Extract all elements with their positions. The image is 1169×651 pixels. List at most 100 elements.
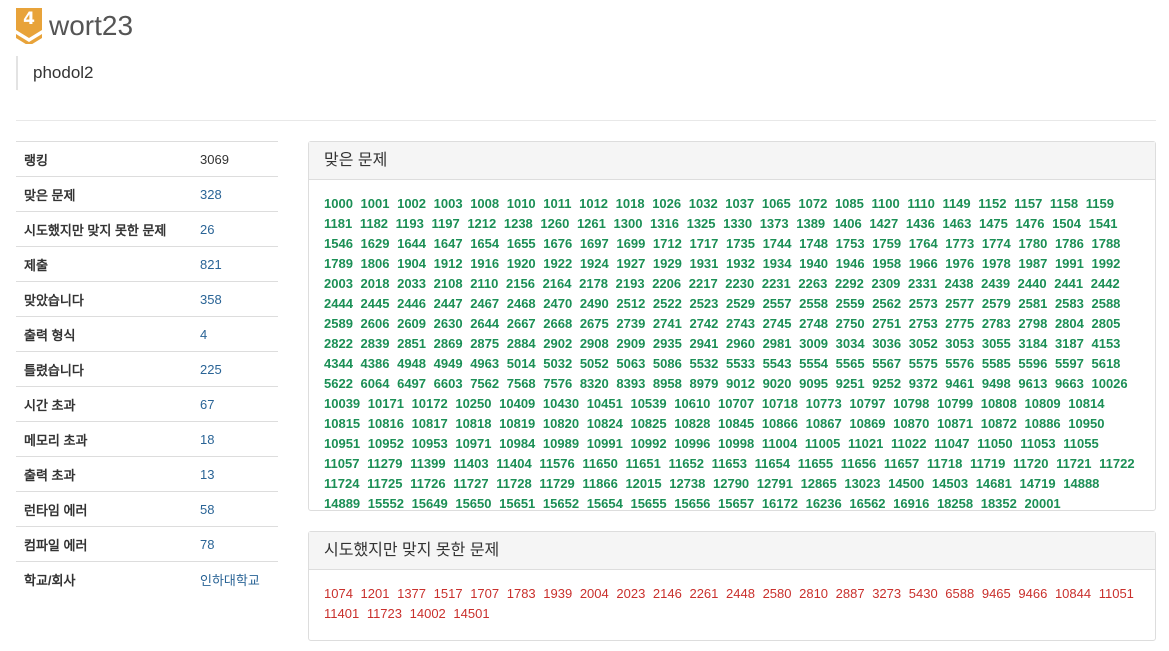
- problem-link[interactable]: 2263: [798, 276, 827, 291]
- problem-link[interactable]: 1759: [872, 236, 901, 251]
- problem-link[interactable]: 6497: [397, 376, 426, 391]
- problem-link[interactable]: 2668: [543, 316, 572, 331]
- problem-link[interactable]: 9613: [1018, 376, 1047, 391]
- problem-link[interactable]: 10797: [849, 396, 885, 411]
- problem-link[interactable]: 14500: [888, 476, 924, 491]
- problem-link[interactable]: 1074: [324, 586, 353, 601]
- problem-link[interactable]: 2869: [434, 336, 463, 351]
- problem-link[interactable]: 10817: [412, 416, 448, 431]
- problem-link[interactable]: 2750: [836, 316, 865, 331]
- problem-link[interactable]: 10992: [630, 436, 666, 451]
- problem-link[interactable]: 2577: [945, 296, 974, 311]
- stats-value[interactable]: 328: [192, 176, 278, 212]
- problem-link[interactable]: 3036: [872, 336, 901, 351]
- problem-link[interactable]: 9251: [836, 376, 865, 391]
- problem-link[interactable]: 18258: [937, 496, 973, 511]
- problem-link[interactable]: 1012: [579, 196, 608, 211]
- problem-link[interactable]: 2581: [1018, 296, 1047, 311]
- problem-link[interactable]: 5063: [616, 356, 645, 371]
- problem-link[interactable]: 10809: [1025, 396, 1061, 411]
- problem-link[interactable]: 2003: [324, 276, 353, 291]
- stats-value[interactable]: 13: [192, 456, 278, 492]
- problem-link[interactable]: 1699: [616, 236, 645, 251]
- problem-link[interactable]: 1152: [978, 196, 1006, 211]
- problem-link[interactable]: 7576: [543, 376, 572, 391]
- problem-link[interactable]: 6603: [434, 376, 463, 391]
- problem-link[interactable]: 2589: [324, 316, 353, 331]
- problem-link[interactable]: 5567: [872, 356, 901, 371]
- problem-link[interactable]: 2753: [909, 316, 938, 331]
- problem-link[interactable]: 5585: [982, 356, 1011, 371]
- problem-link[interactable]: 1946: [836, 256, 865, 271]
- problem-link[interactable]: 1647: [434, 236, 463, 251]
- problem-link[interactable]: 8958: [653, 376, 682, 391]
- problem-link[interactable]: 10825: [630, 416, 666, 431]
- stats-value[interactable]: 4: [192, 316, 278, 352]
- problem-link[interactable]: 2775: [945, 316, 974, 331]
- problem-link[interactable]: 1158: [1050, 196, 1078, 211]
- problem-link[interactable]: 2606: [361, 316, 390, 331]
- problem-link[interactable]: 1201: [361, 586, 390, 601]
- problem-link[interactable]: 10026: [1091, 376, 1127, 391]
- problem-link[interactable]: 12865: [801, 476, 837, 491]
- problem-link[interactable]: 9461: [945, 376, 974, 391]
- problem-link[interactable]: 7568: [507, 376, 536, 391]
- problem-link[interactable]: 10871: [937, 416, 973, 431]
- problem-link[interactable]: 1916: [470, 256, 499, 271]
- problem-link[interactable]: 5052: [580, 356, 609, 371]
- problem-link[interactable]: 11050: [977, 436, 1012, 451]
- problem-link[interactable]: 1904: [397, 256, 426, 271]
- problem-link[interactable]: 1300: [614, 216, 643, 231]
- problem-link[interactable]: 10039: [324, 396, 360, 411]
- problem-link[interactable]: 1475: [979, 216, 1008, 231]
- problem-link[interactable]: 2217: [689, 276, 718, 291]
- problem-link[interactable]: 1924: [580, 256, 609, 271]
- problem-link[interactable]: 2884: [507, 336, 536, 351]
- problem-link[interactable]: 2558: [799, 296, 828, 311]
- problem-link[interactable]: 2588: [1091, 296, 1120, 311]
- problem-link[interactable]: 5576: [945, 356, 974, 371]
- stats-value[interactable]: 78: [192, 526, 278, 562]
- problem-link[interactable]: 2206: [652, 276, 681, 291]
- problem-link[interactable]: 2557: [763, 296, 792, 311]
- problem-link[interactable]: 12015: [625, 476, 661, 491]
- problem-link[interactable]: 8979: [689, 376, 718, 391]
- problem-link[interactable]: 1940: [799, 256, 828, 271]
- problem-link[interactable]: 2742: [689, 316, 718, 331]
- problem-link[interactable]: 1929: [653, 256, 682, 271]
- problem-link[interactable]: 2309: [871, 276, 900, 291]
- problem-link[interactable]: 10818: [455, 416, 491, 431]
- problem-link[interactable]: 5014: [507, 356, 536, 371]
- problem-link[interactable]: 10998: [718, 436, 754, 451]
- problem-link[interactable]: 10828: [674, 416, 710, 431]
- problem-link[interactable]: 9020: [763, 376, 792, 391]
- problem-link[interactable]: 1181: [324, 216, 352, 231]
- problem-link[interactable]: 2438: [945, 276, 974, 291]
- problem-link[interactable]: 2562: [872, 296, 901, 311]
- problem-link[interactable]: 1927: [616, 256, 645, 271]
- problem-link[interactable]: 1987: [1018, 256, 1047, 271]
- problem-link[interactable]: 10867: [806, 416, 842, 431]
- problem-link[interactable]: 1786: [1055, 236, 1084, 251]
- problem-link[interactable]: 2935: [653, 336, 682, 351]
- problem-link[interactable]: 2447: [434, 296, 463, 311]
- problem-link[interactable]: 2442: [1091, 276, 1120, 291]
- problem-link[interactable]: 1026: [652, 196, 681, 211]
- problem-link[interactable]: 11722: [1099, 456, 1134, 471]
- problem-link[interactable]: 2909: [616, 336, 645, 351]
- problem-link[interactable]: 1373: [760, 216, 789, 231]
- problem-link[interactable]: 2445: [361, 296, 390, 311]
- problem-link[interactable]: 11576: [539, 456, 574, 471]
- problem-link[interactable]: 2667: [507, 316, 536, 331]
- problem-link[interactable]: 11399: [410, 456, 445, 471]
- problem-link[interactable]: 1920: [507, 256, 536, 271]
- problem-link[interactable]: 5597: [1055, 356, 1084, 371]
- problem-link[interactable]: 14501: [453, 606, 489, 621]
- problem-link[interactable]: 11728: [496, 476, 531, 491]
- problem-link[interactable]: 2875: [470, 336, 499, 351]
- problem-link[interactable]: 10845: [718, 416, 754, 431]
- problem-link[interactable]: 5543: [763, 356, 792, 371]
- problem-link[interactable]: 1991: [1055, 256, 1084, 271]
- problem-link[interactable]: 2512: [616, 296, 645, 311]
- problem-link[interactable]: 1912: [434, 256, 463, 271]
